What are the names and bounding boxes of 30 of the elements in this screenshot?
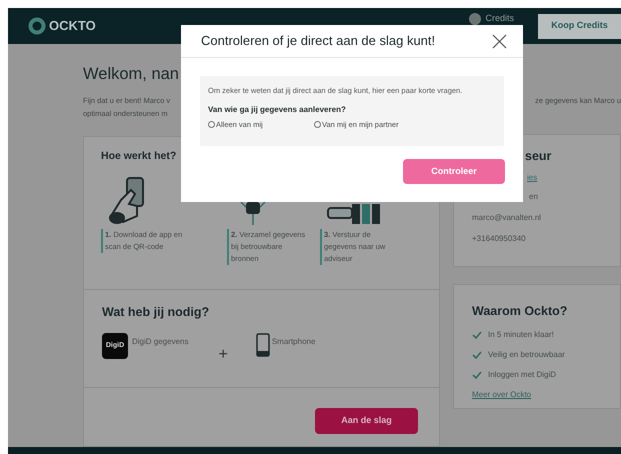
need-label: DigiD gegevens [132, 336, 188, 348]
benefit-text: Veilig en betrouwbaar [488, 348, 565, 361]
check-icon [472, 370, 482, 379]
adviser-link[interactable]: ies [527, 172, 538, 184]
card-title: Waarom Ockto? [472, 303, 568, 320]
benefit-text: Inloggen met DigiD [488, 368, 556, 381]
more-link[interactable]: Meer over Ockto [472, 388, 532, 401]
welcome-title: Welkom, nan [83, 64, 179, 85]
logo-text: OCKTO [49, 17, 96, 36]
section-title: Hoe werkt het? [101, 149, 176, 164]
need-label: Smartphone [272, 336, 316, 348]
plus-sign: + [218, 344, 228, 365]
modal-title: Controleren of je direct aan de slag kunt! [201, 32, 436, 50]
adviser-name: en [529, 190, 539, 203]
card-title: seur [525, 148, 552, 165]
credits-label: Credits [485, 12, 514, 26]
close-icon[interactable] [492, 34, 507, 48]
section-title: Wat heb jij nodig? [102, 304, 210, 321]
adviser-email: marco@vanalten.nl [472, 212, 542, 224]
check-button[interactable]: Controleer [403, 159, 505, 184]
logo-ring-icon [28, 17, 46, 35]
modal-question: Van wie ga jij gegevens aanleveren? [208, 104, 347, 116]
adviser-phone: +31640950340 [472, 232, 527, 245]
check-icon [472, 330, 482, 339]
benefit-text: In 5 minuten klaar! [488, 328, 554, 341]
buy-credits-button[interactable]: Koop Credits [538, 14, 621, 38]
smartphone-icon [256, 332, 270, 357]
check-icon [472, 350, 482, 359]
start-button[interactable]: Aan de slag [315, 408, 418, 434]
coin-icon [469, 13, 482, 25]
